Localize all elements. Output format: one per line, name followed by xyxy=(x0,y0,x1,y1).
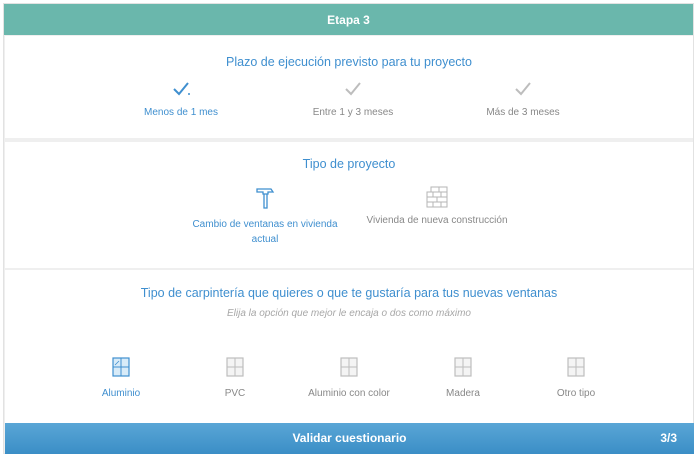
tipo-proyecto-section: Tipo de proyecto Cambio de ventanas en v… xyxy=(5,142,693,268)
option-label: Menos de 1 mes xyxy=(144,107,218,118)
option-mas-de-3-meses[interactable]: Más de 3 meses xyxy=(443,80,603,120)
option-label: Entre 1 y 3 meses xyxy=(312,107,394,118)
option-madera[interactable]: Madera xyxy=(403,356,523,401)
stage-header: Etapa 3 xyxy=(4,4,693,35)
option-label: Aluminio xyxy=(101,388,141,399)
carpinteria-subtitle: Elija la opción que mejor le encaja o do… xyxy=(226,308,471,319)
option-label: Aluminio con color xyxy=(308,388,390,399)
brick-wall-icon xyxy=(426,186,448,208)
window-icon xyxy=(340,357,358,377)
window-icon xyxy=(226,357,244,377)
check-icon xyxy=(173,82,190,96)
option-label: PVC xyxy=(224,388,246,399)
option-aluminio[interactable]: Aluminio xyxy=(61,356,181,401)
option-vivienda-nueva[interactable]: Vivienda de nueva construcción xyxy=(357,185,517,228)
tipo-proyecto-title: Tipo de proyecto xyxy=(302,157,396,171)
validate-bar: Validar cuestionario 3/3 xyxy=(5,423,694,454)
check-icon xyxy=(345,82,361,96)
carpinteria-title: Tipo de carpintería que quieres o que te… xyxy=(140,286,558,300)
window-icon xyxy=(454,357,472,377)
check-icon xyxy=(515,82,531,96)
window-icon xyxy=(112,357,130,377)
option-label: Madera xyxy=(446,388,480,399)
plazo-title: Plazo de ejecución previsto para tu proy… xyxy=(226,55,472,69)
option-entre-1-y-3-meses[interactable]: Entre 1 y 3 meses xyxy=(273,80,433,120)
hammer-icon xyxy=(256,188,275,209)
option-pvc[interactable]: PVC xyxy=(175,356,295,401)
option-label: Otro tipo xyxy=(556,388,596,399)
option-otro-tipo[interactable]: Otro tipo xyxy=(516,356,636,401)
page-indicator: 3/3 xyxy=(660,431,677,445)
option-label: Cambio de ventanas en vivienda actual xyxy=(192,219,338,245)
option-menos-1-mes[interactable]: Menos de 1 mes xyxy=(101,80,261,120)
option-aluminio-con-color[interactable]: Aluminio con color xyxy=(289,356,409,401)
validate-button[interactable]: Validar cuestionario xyxy=(5,423,694,454)
questionnaire-frame: Etapa 3 Plazo de ejecución previsto para… xyxy=(3,3,694,454)
plazo-section: Plazo de ejecución previsto para tu proy… xyxy=(5,36,693,138)
option-label: Más de 3 meses xyxy=(486,107,560,118)
carpinteria-section: Tipo de carpintería que quieres o que te… xyxy=(5,270,693,424)
option-label: Vivienda de nueva construcción xyxy=(366,215,508,226)
option-cambio-ventanas[interactable]: Cambio de ventanas en vivienda actual xyxy=(185,185,345,247)
window-icon xyxy=(567,357,585,377)
